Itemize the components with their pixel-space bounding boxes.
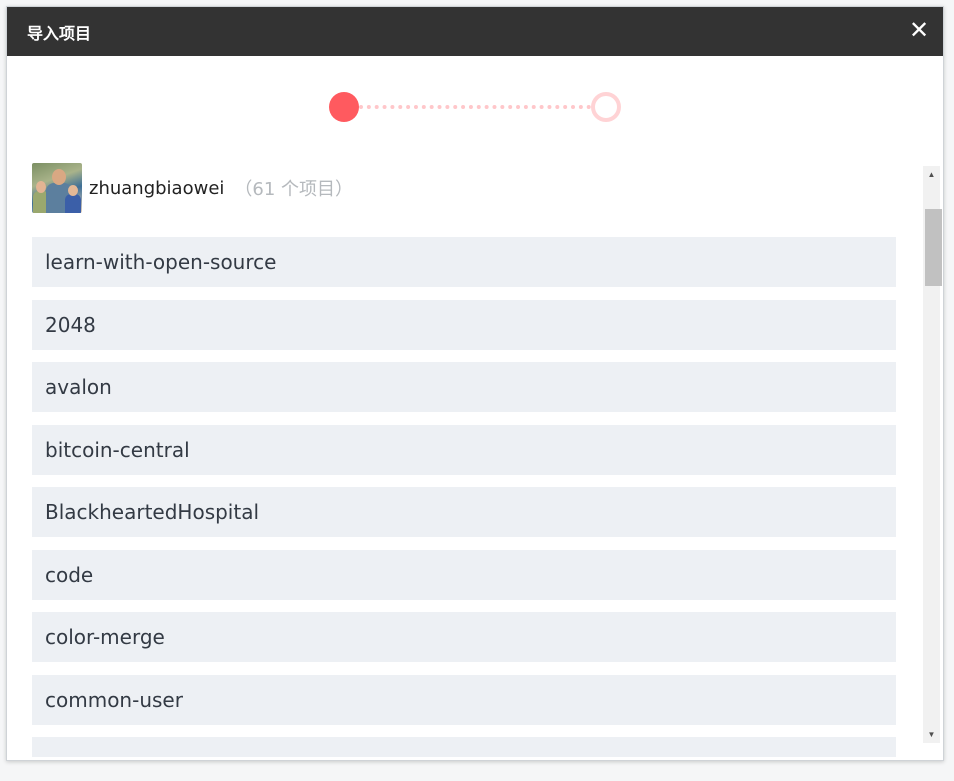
repo-item[interactable]: BlackheartedHospital <box>32 487 896 537</box>
repo-item[interactable]: common-user <box>32 674 896 725</box>
vertical-scrollbar[interactable]: ▲ ▼ <box>923 166 942 743</box>
owner-header: zhuangbiaowei （61 个项目） <box>32 163 353 213</box>
repo-item[interactable]: code <box>32 549 896 600</box>
repo-item[interactable] <box>32 737 896 757</box>
scroll-up-icon[interactable]: ▲ <box>923 166 940 183</box>
repo-list: learn-with-open-source 2048 avalon bitco… <box>32 237 896 757</box>
import-project-dialog: 导入项目 ✕ zhuangbiaowei （61 个项目） learn-with… <box>6 6 944 761</box>
dialog-title: 导入项目 <box>27 23 92 43</box>
repo-item[interactable]: avalon <box>32 362 896 412</box>
step-connector <box>359 105 591 109</box>
step-2-dot <box>591 92 621 122</box>
step-indicator <box>7 56 943 156</box>
scroll-thumb[interactable] <box>925 209 942 286</box>
owner-name: zhuangbiaowei <box>89 177 225 199</box>
owner-project-count: （61 个项目） <box>234 179 354 200</box>
repo-item[interactable]: learn-with-open-source <box>32 237 896 287</box>
dialog-header: 导入项目 ✕ <box>7 7 943 56</box>
avatar <box>32 163 82 213</box>
step-1-dot <box>329 92 359 122</box>
close-icon[interactable]: ✕ <box>907 18 931 44</box>
scroll-down-icon[interactable]: ▼ <box>923 726 940 743</box>
repo-item[interactable]: bitcoin-central <box>32 424 896 475</box>
repo-scroll-area[interactable]: zhuangbiaowei （61 个项目） learn-with-open-s… <box>7 156 943 760</box>
repo-item[interactable]: 2048 <box>32 299 896 350</box>
repo-item[interactable]: color-merge <box>32 612 896 662</box>
